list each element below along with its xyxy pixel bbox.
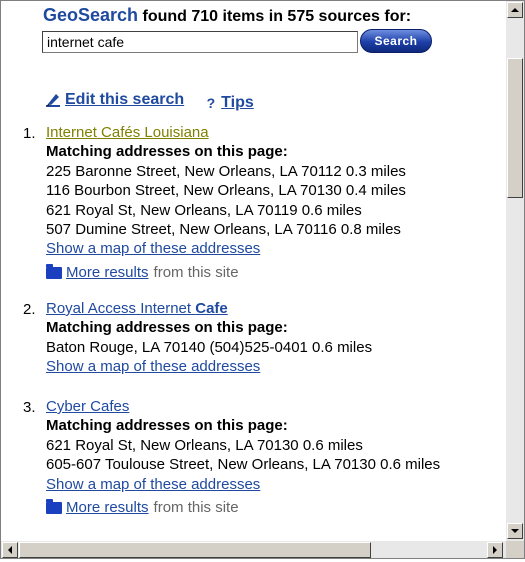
result-title-link[interactable]: Internet Cafés Louisiana: [46, 124, 209, 141]
horizontal-scrollbar[interactable]: [1, 541, 506, 558]
more-results: More results from this site: [46, 263, 506, 282]
scroll-right-button[interactable]: [487, 542, 503, 558]
search-tools: Edit this search ? Tips: [45, 91, 272, 113]
vertical-scroll-thumb[interactable]: [507, 58, 523, 198]
scroll-down-button[interactable]: [507, 523, 523, 539]
tips-link[interactable]: Tips: [221, 94, 254, 112]
from-site-text: from this site: [153, 263, 239, 281]
arrow-left-icon: [8, 546, 12, 554]
search-button[interactable]: Search: [360, 29, 432, 53]
result-body: Cyber Cafes Matching addresses on this p…: [46, 397, 506, 517]
horizontal-scroll-thumb[interactable]: [19, 542, 371, 558]
show-map-link[interactable]: Show a map of these addresses: [46, 475, 260, 494]
address-line: 621 Royal St, New Orleans, LA 70130 0.6 …: [46, 436, 363, 454]
result-title-link[interactable]: Cyber Cafes: [46, 398, 129, 415]
address-line: 507 Dumine Street, New Orleans, LA 70116…: [46, 221, 401, 239]
vertical-scrollbar[interactable]: [506, 1, 524, 541]
result-body: Internet Cafés Louisiana Matching addres…: [46, 123, 506, 282]
more-results-link[interactable]: More results: [66, 263, 149, 282]
result-item: 1. Internet Cafés Louisiana Matching add…: [1, 123, 506, 299]
browser-frame: GeoSearch found 710 items in 575 sources…: [0, 0, 525, 559]
result-title-link[interactable]: Royal Access Internet Cafe: [46, 300, 228, 317]
scrollbar-corner: [506, 541, 524, 558]
pencil-icon: [46, 94, 60, 107]
page-content: GeoSearch found 710 items in 575 sources…: [1, 1, 506, 541]
matching-heading: Matching addresses on this page:: [46, 143, 288, 161]
result-title-plain: Royal Access Internet: [46, 300, 196, 317]
result-body: Royal Access Internet Cafe Matching addr…: [46, 299, 506, 377]
scroll-left-button[interactable]: [2, 542, 18, 558]
folder-icon: [46, 263, 62, 279]
result-number: 2.: [23, 301, 36, 318]
arrow-up-icon: [511, 8, 519, 12]
arrow-right-icon: [493, 546, 497, 554]
matching-heading: Matching addresses on this page:: [46, 417, 288, 435]
result-number: 3.: [23, 399, 36, 416]
result-item: 2. Royal Access Internet Cafe Matching a…: [1, 299, 506, 397]
tips-tool[interactable]: ? Tips: [207, 94, 254, 112]
address-line: 116 Bourbon Street, New Orleans, LA 7013…: [46, 182, 406, 200]
result-number: 1.: [23, 125, 36, 142]
address-line: 621 Royal St, New Orleans, LA 70119 0.6 …: [46, 201, 362, 219]
edit-search-link[interactable]: Edit this search: [65, 91, 184, 109]
results-summary: found 710 items in 575 sources for:: [142, 8, 412, 25]
arrow-down-icon: [511, 529, 519, 533]
scroll-up-button[interactable]: [507, 2, 523, 18]
brand-name: GeoSearch: [43, 5, 139, 25]
folder-icon: [46, 498, 62, 514]
from-site-text: from this site: [153, 499, 239, 517]
more-results-link[interactable]: More results: [66, 498, 149, 517]
search-input[interactable]: [42, 31, 358, 53]
matching-heading: Matching addresses on this page:: [46, 319, 288, 337]
result-item: 3. Cyber Cafes Matching addresses on thi…: [1, 397, 506, 517]
result-title-bold: Cafe: [195, 300, 228, 317]
results-header: GeoSearch found 710 items in 575 sources…: [43, 5, 411, 26]
question-icon: ?: [206, 95, 216, 111]
edit-search-tool[interactable]: Edit this search: [45, 91, 184, 109]
show-map-link[interactable]: Show a map of these addresses: [46, 239, 260, 258]
address-line: 225 Baronne Street, New Orleans, LA 7011…: [46, 162, 406, 180]
show-map-link[interactable]: Show a map of these addresses: [46, 357, 260, 376]
more-results: More results from this site: [46, 498, 506, 517]
address-line: Baton Rouge, LA 70140 (504)525-0401 0.6 …: [46, 338, 373, 356]
results-list: 1. Internet Cafés Louisiana Matching add…: [1, 123, 506, 517]
address-line: 605-607 Toulouse Street, New Orleans, LA…: [46, 456, 441, 474]
